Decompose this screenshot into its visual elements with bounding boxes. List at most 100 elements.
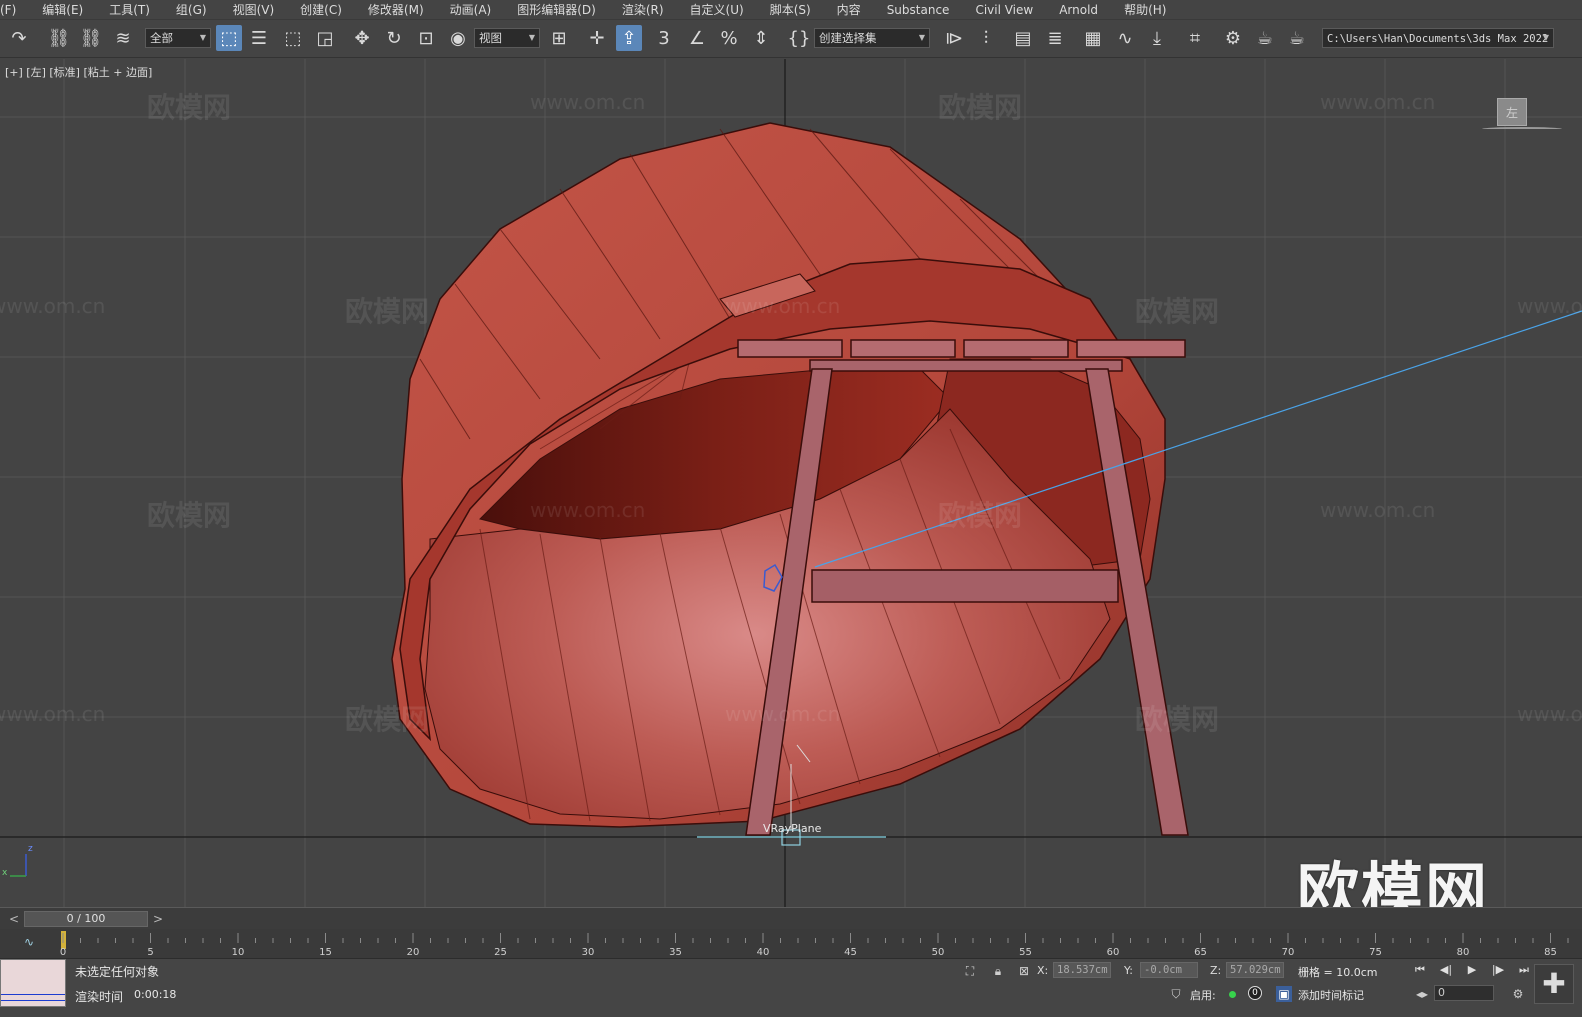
menu-item[interactable]: 创建(C) (288, 0, 356, 19)
move-icon[interactable]: ✥ (349, 25, 375, 51)
render-time-label: 渲染时间 (75, 990, 124, 1004)
viewport-label[interactable]: [+] [左] [标准] [粘土 + 边面] (5, 64, 152, 80)
time-slider-thumb[interactable]: 0 / 100 (24, 911, 148, 927)
layer-explorer-icon[interactable]: ≣ (1042, 25, 1068, 51)
menu-item[interactable]: 自定义(U) (678, 0, 758, 19)
window-crossing-icon[interactable]: ◲ (312, 25, 338, 51)
material-editor-icon[interactable]: ⚙ (1220, 25, 1246, 51)
track-tick-label: 10 (232, 947, 245, 958)
watermark-text: 欧模网 (1135, 703, 1220, 736)
autokey-shield-icon[interactable]: ⛉ (1168, 986, 1184, 1002)
menu-item[interactable]: 帮助(H) (1112, 0, 1180, 19)
x-coord-field[interactable]: 18.537cm (1053, 962, 1111, 978)
time-slider-next-button[interactable]: > (150, 911, 166, 927)
left-viewport[interactable]: [+] [左] [标准] [粘土 + 边面] 欧模网 www.om.cn 欧模网… (0, 59, 1582, 907)
key-mode-toggle-icon[interactable]: ◂▸ (1414, 986, 1430, 1002)
selection-lock-icon[interactable]: 🔒︎ (990, 963, 1006, 979)
watermark-text: 欧模网 (147, 91, 232, 124)
isolate-selection-icon[interactable]: ⛶ (962, 963, 978, 979)
current-frame-field[interactable]: 0 (1434, 985, 1494, 1001)
link-icon[interactable]: ⛓ (46, 25, 72, 51)
watermark-url: www.om.cn (0, 702, 106, 726)
menu-item[interactable]: 内容 (825, 0, 875, 19)
go-to-start-button[interactable]: ⏮ (1410, 962, 1430, 978)
keyboard-shortcut-override-icon[interactable]: ⇪ (616, 25, 642, 51)
menu-item[interactable]: 渲染(R) (610, 0, 678, 19)
viewcube[interactable]: 左 (1482, 98, 1562, 134)
track-bar[interactable]: ∿ 0 5 10 15 20 25 30 35 40 45 50 55 60 65 70 75 80 85 (0, 929, 1582, 959)
curve-editor-icon[interactable]: ∿ (1112, 25, 1138, 51)
add-time-tag-icon[interactable]: ▣ (1276, 986, 1292, 1002)
menu-item[interactable]: 动画(A) (438, 0, 506, 19)
scene-explorer-icon[interactable]: ▤ (1010, 25, 1036, 51)
menu-item[interactable]: 组(G) (164, 0, 221, 19)
bind-spacewarp-icon[interactable]: ≋ (110, 25, 136, 51)
previous-frame-button[interactable]: ◀| (1436, 962, 1456, 978)
named-selection-dropdown[interactable]: 创建选择集 ▼ (814, 28, 930, 48)
track-tick-label: 15 (319, 947, 332, 958)
menu-item[interactable]: 脚本(S) (758, 0, 825, 19)
unlink-icon[interactable]: ⛓ (78, 25, 104, 51)
watermark-text: 欧模网 (345, 703, 430, 736)
rotate-icon[interactable]: ↻ (381, 25, 407, 51)
menu-item[interactable]: (F) (0, 0, 30, 19)
pivot-icon[interactable]: ⊞ (546, 25, 572, 51)
watermark-url: www.om.cn (0, 294, 106, 318)
menu-item[interactable]: Arnold (1047, 0, 1112, 19)
project-path-dropdown[interactable]: C:\Users\Han\Documents\3ds Max 2022 ▼ (1322, 28, 1554, 48)
set-key-icon[interactable]: ✚ (1534, 964, 1574, 1004)
percent-snap-icon[interactable]: % (716, 25, 742, 51)
go-to-end-button[interactable]: ⏭ (1514, 962, 1534, 978)
menu-item[interactable]: 修改器(M) (356, 0, 438, 19)
viewcube-compass-ring[interactable] (1482, 127, 1562, 131)
scale-icon[interactable]: ⊡ (413, 25, 439, 51)
menu-item[interactable]: 工具(T) (97, 0, 164, 19)
reference-coord-dropdown[interactable]: 视图 ▼ (474, 28, 540, 48)
snaps-3d-icon[interactable]: 3 (651, 25, 677, 51)
play-button[interactable]: ▶ (1462, 962, 1482, 978)
redo-icon[interactable]: ↷ (6, 25, 32, 51)
main-toolbar: ↷ ⛓ ⛓ ≋ 全部 ▼ ⬚ ☰ ⬚ ◲ ✥ ↻ ⊡ ◉ 视图 ▼ ⊞ ✛ ⇪ 3 … (0, 20, 1582, 58)
time-slider-prev-button[interactable]: < (6, 911, 22, 927)
mirror-icon[interactable]: ⧐ (941, 25, 967, 51)
selection-filter-dropdown[interactable]: 全部 ▼ (145, 28, 211, 48)
axis-z-label: z (28, 844, 33, 854)
add-time-tag-label[interactable]: 添加时间标记 (1298, 987, 1364, 1003)
watermark-url: www.om.cn (530, 90, 646, 114)
track-tick-label: 20 (407, 947, 420, 958)
menu-item[interactable]: Civil View (963, 0, 1047, 19)
absolute-mode-icon[interactable]: ⊠ (1016, 963, 1032, 979)
select-manipulate-icon[interactable]: ✛ (584, 25, 610, 51)
rect-region-icon[interactable]: ⬚ (280, 25, 306, 51)
dope-sheet-icon[interactable]: ⤓ (1144, 25, 1170, 51)
edit-named-sets-icon[interactable]: {} (786, 25, 812, 51)
render-setup-icon[interactable]: ☕ (1252, 25, 1278, 51)
key-filter-toggle[interactable]: 0 (1248, 986, 1262, 1000)
menu-item[interactable]: 编辑(E) (30, 0, 97, 19)
menu-bar: (F) 编辑(E) 工具(T) 组(G) 视图(V) 创建(C) 修改器(M) 动画(A) 图形… (0, 0, 1582, 20)
y-coord-field[interactable]: -0.0cm (1140, 962, 1198, 978)
maxscript-mini-listener[interactable] (0, 959, 66, 1007)
select-by-name-icon[interactable]: ☰ (246, 25, 272, 51)
menu-item[interactable]: 视图(V) (221, 0, 289, 19)
y-coord-label: Y: (1124, 964, 1133, 977)
align-icon[interactable]: ⫶ (973, 25, 999, 51)
schematic-view-icon[interactable]: ⌗ (1182, 25, 1208, 51)
brand-logo: 欧模网 (1297, 855, 1490, 907)
x-coord-label: X: (1037, 964, 1049, 977)
time-slider[interactable]: < 0 / 100 > (0, 907, 1582, 929)
track-tick-label: 65 (1194, 947, 1207, 958)
viewcube-face-left[interactable]: 左 (1497, 98, 1527, 126)
spinner-snap-icon[interactable]: ⇕ (748, 25, 774, 51)
render-production-icon[interactable]: ☕ (1284, 25, 1310, 51)
ribbon-icon[interactable]: ▦ (1080, 25, 1106, 51)
menu-item[interactable]: Substance (875, 0, 964, 19)
next-frame-button[interactable]: |▶ (1488, 962, 1508, 978)
menu-item[interactable]: 图形编辑器(D) (505, 0, 610, 19)
select-object-icon[interactable]: ⬚ (216, 25, 242, 51)
z-coord-field[interactable]: 57.029cm (1226, 962, 1284, 978)
placement-icon[interactable]: ◉ (445, 25, 471, 51)
angle-snap-icon[interactable]: ∠ (684, 25, 710, 51)
vrayplane-label: VRayPlane (763, 822, 822, 835)
time-configuration-icon[interactable]: ⚙ (1510, 986, 1526, 1002)
